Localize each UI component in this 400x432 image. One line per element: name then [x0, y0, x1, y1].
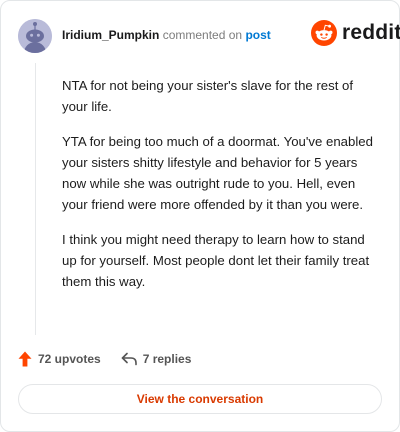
thread-line: [35, 63, 36, 335]
reply-arrow-icon: [121, 352, 137, 366]
replies-count: 7 replies: [142, 352, 192, 366]
comment-header: Iridium_Pumpkin commented on post: [62, 28, 271, 42]
reddit-logo-icon: [311, 20, 337, 46]
upvotes-count: 72 upvotes: [38, 352, 101, 366]
user-avatar[interactable]: [18, 19, 52, 53]
comment-paragraph: I think you might need therapy to learn …: [62, 232, 370, 289]
comment-stats: 72 upvotes 7 replies: [18, 350, 191, 368]
comment-paragraph: YTA for being too much of a doormat. You…: [62, 134, 373, 212]
upvote-arrow-icon: [18, 351, 32, 367]
view-conversation-button[interactable]: View the conversation: [18, 384, 382, 414]
upvotes-stat[interactable]: 72 upvotes: [18, 351, 101, 367]
comment-body: NTA for not being your sister's slave fo…: [62, 75, 380, 306]
comment-embed-card: Iridium_Pumpkin commented on post reddit…: [0, 0, 400, 432]
username[interactable]: Iridium_Pumpkin: [62, 28, 159, 42]
action-text: commented on: [162, 28, 243, 42]
snoo-avatar-icon: [18, 19, 52, 53]
post-link[interactable]: post: [245, 28, 270, 42]
replies-stat[interactable]: 7 replies: [121, 352, 192, 366]
brand-wordmark: reddit: [342, 21, 400, 44]
reddit-brand[interactable]: reddit: [311, 20, 400, 46]
comment-paragraph: NTA for not being your sister's slave fo…: [62, 78, 354, 114]
